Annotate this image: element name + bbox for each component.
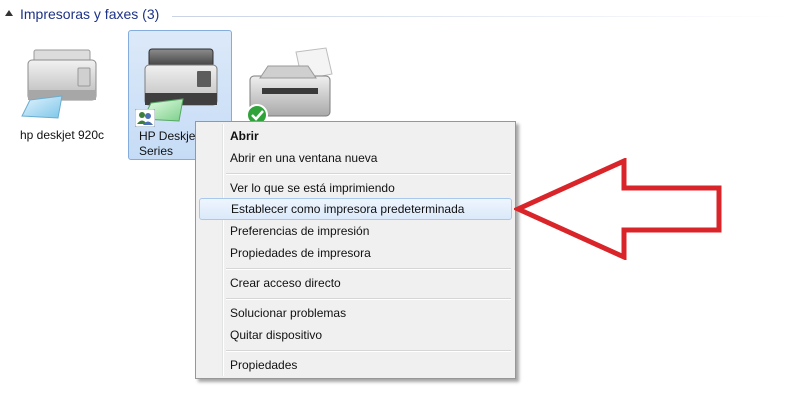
shared-users-icon bbox=[135, 109, 155, 127]
menu-item-open-new-window[interactable]: Abrir en una ventana nueva bbox=[199, 147, 512, 169]
menu-item-open[interactable]: Abrir bbox=[199, 125, 512, 147]
device-label: hp deskjet 920c bbox=[19, 128, 105, 142]
menu-item-set-default-printer[interactable]: Establecer como impresora predeterminada bbox=[199, 198, 512, 220]
collapse-triangle-icon[interactable] bbox=[5, 10, 13, 16]
menu-separator bbox=[226, 268, 511, 270]
printer-icon bbox=[21, 49, 97, 119]
menu-item-remove-device[interactable]: Quitar dispositivo bbox=[199, 324, 512, 346]
group-header[interactable]: Impresoras y faxes (3) bbox=[0, 0, 795, 30]
group-title: Impresoras y faxes (3) bbox=[20, 6, 160, 22]
red-arrow-pointing-left-icon bbox=[514, 158, 722, 260]
context-menu: Abrir Abrir en una ventana nueva Ver lo … bbox=[195, 121, 516, 379]
menu-item-properties[interactable]: Propiedades bbox=[199, 354, 512, 376]
menu-item-printer-properties[interactable]: Propiedades de impresora bbox=[199, 242, 512, 264]
menu-separator bbox=[226, 298, 511, 300]
menu-separator bbox=[226, 173, 511, 175]
menu-item-troubleshoot[interactable]: Solucionar problemas bbox=[199, 302, 512, 324]
device-hp-deskjet-920c[interactable]: hp deskjet 920c bbox=[10, 30, 114, 160]
menu-item-create-shortcut[interactable]: Crear acceso directo bbox=[199, 272, 512, 294]
menu-item-printing-preferences[interactable]: Preferencias de impresión bbox=[199, 220, 512, 242]
device-label-text: HP Deskjet Series bbox=[139, 129, 199, 158]
menu-item-see-printing[interactable]: Ver lo que se está imprimiendo bbox=[199, 177, 512, 199]
menu-separator bbox=[226, 350, 511, 352]
group-divider bbox=[172, 16, 792, 17]
